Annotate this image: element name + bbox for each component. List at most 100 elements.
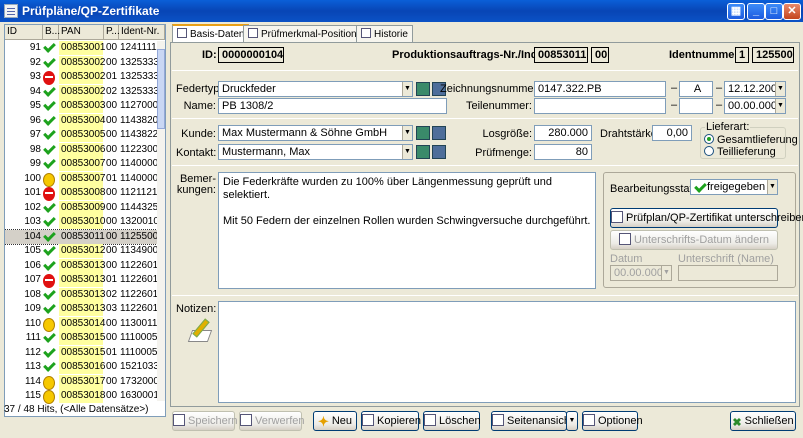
check-icon bbox=[43, 143, 55, 157]
minimize-button[interactable]: _ bbox=[747, 3, 765, 20]
new-button[interactable]: ✦ Neu bbox=[313, 411, 357, 431]
column-header-pan[interactable]: PAN bbox=[59, 25, 104, 40]
close-window-button[interactable]: ✖ Schließen bbox=[730, 411, 796, 431]
row-id: 93 bbox=[29, 71, 41, 82]
chevron-down-icon[interactable]: ▼ bbox=[661, 266, 671, 280]
lookup-icon[interactable] bbox=[416, 126, 430, 140]
table-row[interactable]: 112 00853015 01 1110005 bbox=[5, 345, 157, 360]
calendar-icon bbox=[618, 233, 631, 245]
blocked-icon bbox=[43, 71, 55, 85]
row-status bbox=[43, 244, 59, 258]
datum-picker[interactable]: 00.00.0000 ▼ bbox=[610, 265, 672, 281]
maximize-button[interactable]: □ bbox=[765, 3, 783, 20]
radio-gesamtlieferung[interactable]: Gesamtlieferung bbox=[704, 134, 798, 146]
table-row[interactable]: 114 00853017 00 1732000 bbox=[5, 374, 159, 390]
save-button[interactable]: Speichern bbox=[172, 411, 238, 431]
table-row[interactable]: 97 00853005 00 1143822 bbox=[5, 128, 158, 142]
row-ident: 1143820 bbox=[120, 114, 159, 126]
row-p: 00 bbox=[106, 375, 118, 387]
teilenummer-field[interactable] bbox=[534, 98, 666, 114]
table-row[interactable]: 94 00853002 02 1325333 bbox=[5, 84, 159, 99]
edit-icon[interactable] bbox=[432, 145, 446, 159]
table-row[interactable]: 109 00853013 03 1122601 bbox=[5, 302, 158, 316]
table-row[interactable]: 99 00853007 00 1140000 bbox=[5, 157, 158, 171]
row-ident: 1144325 bbox=[120, 201, 159, 213]
chevron-down-icon[interactable]: ▼ bbox=[775, 99, 785, 113]
chevron-down-icon[interactable]: ▼ bbox=[402, 126, 412, 140]
column-header-id[interactable]: ID bbox=[5, 25, 43, 40]
tab-historie[interactable]: Historie bbox=[356, 25, 413, 42]
table-row[interactable]: 93 00853002 01 1325333 bbox=[5, 70, 159, 85]
table-row[interactable]: 102 00853009 00 1144325 bbox=[5, 200, 159, 215]
tile-icon[interactable]: ▦ bbox=[727, 3, 745, 20]
table-row[interactable]: 104 00853011 00 1125500 bbox=[5, 228, 158, 245]
chevron-down-icon[interactable]: ▼ bbox=[402, 82, 412, 96]
table-row[interactable]: 95 00853003 00 1127000 bbox=[5, 99, 158, 113]
close-button[interactable]: ✕ bbox=[783, 3, 801, 20]
table-row[interactable]: 101 00853008 00 1121121 bbox=[5, 186, 157, 201]
lookup-icon[interactable] bbox=[416, 145, 430, 159]
sign-certificate-button[interactable]: Prüfplan/QP-Zertifikat unterschreiben bbox=[610, 208, 803, 228]
list-scrollbar[interactable] bbox=[157, 41, 165, 401]
table-row[interactable]: 108 00853013 02 1122601 bbox=[5, 287, 158, 302]
pruefmenge-field[interactable]: 80 bbox=[534, 144, 592, 160]
radio-teillieferung[interactable]: Teillieferung bbox=[704, 146, 776, 158]
page-view-dropdown[interactable]: ▼ bbox=[566, 411, 578, 431]
table-row[interactable]: 92 00853002 00 1325333 bbox=[5, 55, 159, 70]
table-row[interactable]: 96 00853004 00 1143820 bbox=[5, 113, 159, 128]
column-header-status[interactable]: B... bbox=[43, 25, 60, 40]
chevron-down-icon[interactable]: ▼ bbox=[402, 145, 412, 159]
chevron-down-icon[interactable]: ▼ bbox=[775, 82, 785, 96]
table-row[interactable]: 98 00853006 00 1122300 bbox=[5, 142, 158, 157]
table-row[interactable]: 115 00853018 00 1630001 bbox=[5, 389, 159, 404]
change-signature-date-button[interactable]: Unterschrifts-Datum ändern bbox=[610, 230, 778, 250]
table-row[interactable]: 100 00853007 01 1140000 bbox=[5, 171, 158, 187]
table-row[interactable]: 107 00853013 01 1122601 bbox=[5, 273, 158, 288]
name-label: Name: bbox=[183, 100, 216, 112]
tab-basis-daten[interactable]: Basis-Daten bbox=[172, 24, 250, 43]
table-row[interactable]: 110 00853014 00 1130011 bbox=[5, 316, 157, 332]
edit-icon[interactable] bbox=[432, 126, 446, 140]
options-button[interactable]: Optionen bbox=[582, 411, 643, 431]
row-id: 113 bbox=[25, 361, 41, 372]
table-row[interactable]: 113 00853016 00 1521033 bbox=[5, 360, 159, 374]
name-field[interactable]: PB 1308/2 bbox=[218, 98, 447, 114]
kunde-select[interactable]: Max Mustermann & Söhne GmbH ▼ bbox=[218, 125, 413, 141]
unterschrift-field[interactable] bbox=[678, 265, 778, 281]
scrollbar-thumb[interactable] bbox=[157, 49, 165, 129]
bearbeitungsstatus-select[interactable]: freigegeben ▼ bbox=[690, 179, 778, 195]
column-header-p[interactable]: P... bbox=[104, 25, 120, 40]
tab-pruefmerkmal-positionen[interactable]: Prüfmerkmal-Positionen bbox=[243, 25, 373, 42]
row-id: 115 bbox=[25, 390, 41, 401]
zeichnungsnummer-field[interactable]: 0147.322.PB bbox=[534, 81, 666, 97]
row-status bbox=[43, 346, 59, 360]
federtyp-select[interactable]: Druckfeder ▼ bbox=[218, 81, 413, 97]
row-p: 00 bbox=[106, 332, 118, 343]
page-view-button[interactable]: Seitenansicht bbox=[491, 411, 573, 431]
losgroesse-field[interactable]: 280.000 bbox=[534, 125, 592, 141]
row-ident: 1732000 bbox=[120, 375, 159, 387]
delete-button[interactable]: Löschen bbox=[423, 411, 481, 431]
table-row[interactable]: 106 00853013 00 1122601 bbox=[5, 258, 158, 273]
table-row[interactable]: 103 00853010 00 1320010 bbox=[5, 215, 159, 229]
notizen-textarea[interactable] bbox=[218, 301, 796, 403]
teilenummer-index-field[interactable] bbox=[679, 98, 713, 114]
row-ident: 1325333 bbox=[120, 71, 159, 82]
chevron-down-icon[interactable]: ▼ bbox=[767, 180, 777, 194]
drahtstaerke-field[interactable]: 0,00 bbox=[652, 125, 692, 141]
lookup-icon[interactable] bbox=[416, 82, 430, 96]
column-header-ident[interactable]: Ident-Nr. bbox=[119, 25, 165, 40]
kontakt-select[interactable]: Mustermann, Max ▼ bbox=[218, 144, 413, 160]
table-row[interactable]: 105 00853012 00 1134900 bbox=[5, 244, 158, 258]
discard-button[interactable]: Verwerfen bbox=[239, 411, 305, 431]
zeichnung-date-picker[interactable]: 12.12.2007 ▼ bbox=[724, 81, 786, 97]
table-row[interactable]: 111 00853015 00 1110005 bbox=[5, 331, 157, 345]
bemerkungen-textarea[interactable]: Die Federkräfte wurden zu 100% über Läng… bbox=[218, 172, 596, 289]
copy-button[interactable]: Kopieren bbox=[361, 411, 421, 431]
record-list[interactable]: ID B... PAN P... Ident-Nr. 91 00853001 00 1… bbox=[4, 24, 166, 417]
row-status bbox=[43, 302, 59, 316]
zeichnung-index-field[interactable]: A bbox=[679, 81, 713, 97]
pa-index-field: 00 bbox=[591, 47, 609, 63]
teilenummer-date-picker[interactable]: 00.00.0000 ▼ bbox=[724, 98, 786, 114]
table-row[interactable]: 91 00853001 00 1241111 bbox=[5, 41, 157, 55]
